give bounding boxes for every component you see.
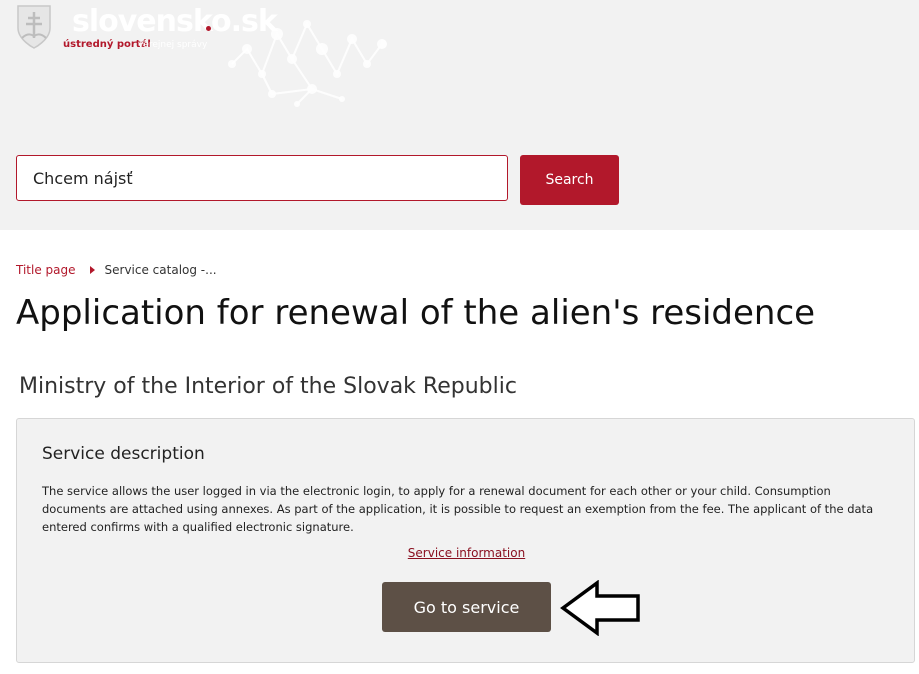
- service-info-wrapper: Service information: [17, 546, 916, 560]
- breadcrumb-current: Service catalog -...: [104, 263, 217, 277]
- page-title: Application for renewal of the alien's r…: [16, 293, 816, 333]
- header: slovensko.sk ústredný portál verejnej sp…: [0, 0, 919, 230]
- service-description-heading: Service description: [42, 444, 205, 464]
- coat-of-arms-icon: [17, 5, 51, 49]
- search-button[interactable]: Search: [520, 155, 619, 205]
- logo-dot: [206, 26, 211, 31]
- service-card: Service description The service allows t…: [16, 418, 915, 663]
- breadcrumb: Title page Service catalog -...: [16, 263, 217, 277]
- search-input[interactable]: [16, 155, 508, 201]
- logo-tagline: verejnej správy: [138, 40, 208, 50]
- go-to-service-button[interactable]: Go to service: [382, 582, 551, 632]
- site-logo[interactable]: slovensko.sk ústredný portál verejnej sp…: [16, 4, 436, 114]
- caret-right-icon: [89, 266, 95, 274]
- service-description-text: The service allows the user logged in vi…: [42, 484, 874, 534]
- decorative-pattern-icon: [228, 20, 387, 107]
- service-provider: Ministry of the Interior of the Slovak R…: [19, 374, 517, 399]
- breadcrumb-home-link[interactable]: Title page: [16, 263, 76, 277]
- arrow-left-outline-icon: [560, 580, 640, 636]
- service-info-link[interactable]: Service information: [408, 546, 525, 560]
